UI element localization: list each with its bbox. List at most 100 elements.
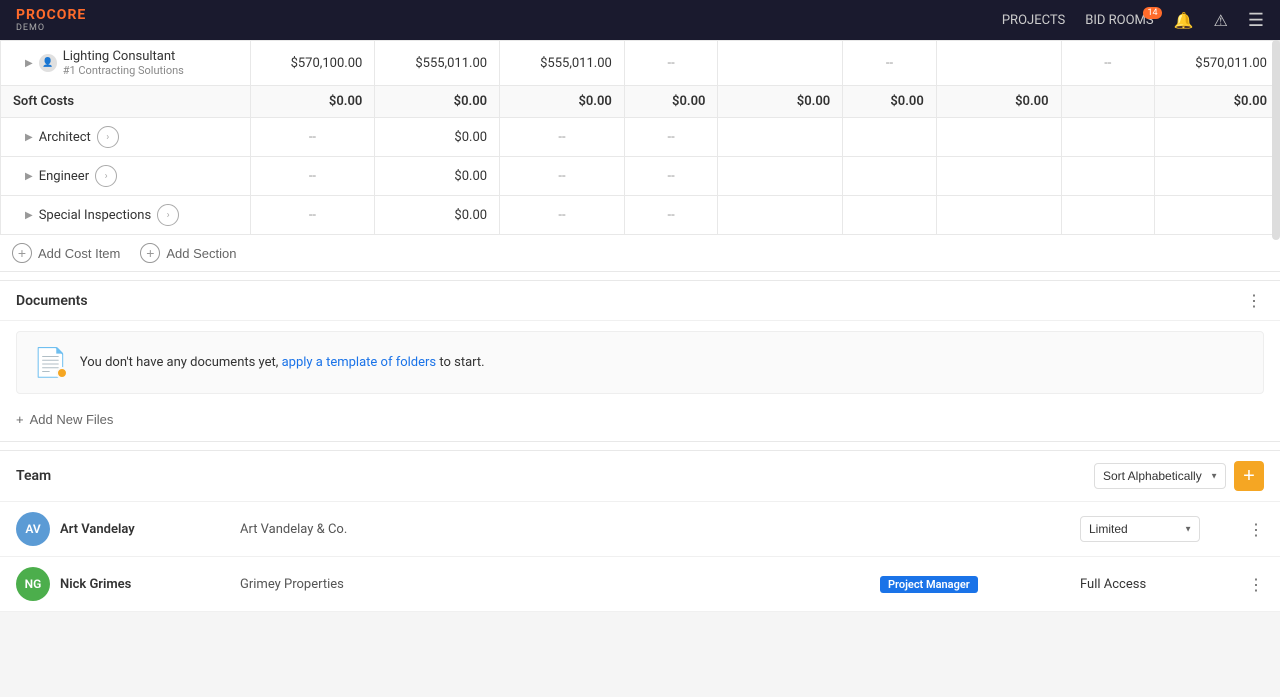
add-cost-item-button[interactable]: + Add Cost Item <box>12 243 120 263</box>
special-inspections-label-cell: ▶ Special Inspections › <box>1 196 251 235</box>
documents-header: Documents ⋮ <box>0 281 1280 321</box>
documents-empty-state: 📄 You don't have any documents yet, appl… <box>16 331 1264 394</box>
avatar: AV <box>16 512 50 546</box>
lc-col7 <box>936 41 1061 86</box>
special-inspections-nav-icon[interactable]: › <box>157 204 179 226</box>
menu-icon[interactable]: ☰ <box>1248 10 1264 31</box>
member-access-dropdown: Limited Full Access <box>1080 516 1240 542</box>
member-company: Grimey Properties <box>240 577 880 592</box>
expand-icon[interactable]: ▶ <box>25 171 33 182</box>
eng-col5 <box>718 157 843 196</box>
row-label-cell: ▶ 👤 Lighting Consultant #1 Contracting S… <box>1 41 251 86</box>
access-level-select[interactable]: Limited Full Access <box>1080 516 1200 542</box>
eng-col1: -- <box>250 157 375 196</box>
nav-right: PROJECTS BID ROOMS 14 🔔 ⚠ ☰ <box>1002 10 1264 31</box>
table-row: ▶ 👤 Lighting Consultant #1 Contracting S… <box>1 41 1280 86</box>
plus-circle-icon-2: + <box>140 243 160 263</box>
lighting-consultant-sub: #1 Contracting Solutions <box>63 64 184 77</box>
arch-col3: -- <box>500 118 625 157</box>
user-icon: 👤 <box>39 54 57 72</box>
alert-icon[interactable]: ⚠ <box>1214 11 1228 30</box>
table-row: ▶ Special Inspections › -- $0.00 -- -- <box>1 196 1280 235</box>
soft-costs-label: Soft Costs <box>1 86 250 117</box>
member-access: Full Access <box>1080 577 1240 592</box>
lighting-consultant-name: Lighting Consultant <box>63 49 184 64</box>
si-col4: -- <box>624 196 718 235</box>
plus-circle-icon: + <box>12 243 32 263</box>
access-select-wrap: Limited Full Access <box>1080 516 1200 542</box>
architect-name: Architect <box>39 130 91 145</box>
projects-link[interactable]: PROJECTS <box>1002 13 1065 28</box>
sort-select[interactable]: Sort Alphabetically <box>1094 463 1226 489</box>
lc-col6: -- <box>843 41 937 86</box>
architect-nav-icon[interactable]: › <box>97 126 119 148</box>
add-new-files-button[interactable]: + Add New Files <box>16 412 113 427</box>
documents-more-button[interactable]: ⋮ <box>1246 291 1264 310</box>
si-col8 <box>1061 196 1155 235</box>
member-more-button[interactable]: ⋮ <box>1248 575 1264 594</box>
logo-text: PROCORE <box>16 7 86 23</box>
lc-col5 <box>718 41 843 86</box>
soft-costs-header: Soft Costs $0.00 $0.00 $0.00 $0.00 $0.00… <box>1 86 1280 118</box>
list-item: AV Art Vandelay Art Vandelay & Co. Limit… <box>0 502 1280 557</box>
lighting-consultant-label: Lighting Consultant #1 Contracting Solut… <box>63 49 184 77</box>
eng-col2: $0.00 <box>375 157 500 196</box>
sc-col5: $0.00 <box>718 86 843 118</box>
arch-col9 <box>1155 118 1280 157</box>
lc-col2: $555,011.00 <box>375 41 500 86</box>
top-navigation: PROCORE DEMO PROJECTS BID ROOMS 14 🔔 ⚠ ☰ <box>0 0 1280 40</box>
lc-col4: -- <box>624 41 718 86</box>
table-row: ▶ Architect › -- $0.00 -- -- <box>1 118 1280 157</box>
arch-col7 <box>936 118 1061 157</box>
lc-col3: $555,011.00 <box>500 41 625 86</box>
scrollbar[interactable] <box>1272 40 1280 240</box>
special-inspections-name: Special Inspections <box>39 208 151 223</box>
expand-icon[interactable]: ▶ <box>25 58 33 69</box>
si-col7 <box>936 196 1061 235</box>
add-buttons-row: + Add Cost Item + Add Section <box>0 235 1280 272</box>
add-team-member-button[interactable]: + <box>1234 461 1264 491</box>
si-col2: $0.00 <box>375 196 500 235</box>
add-files-plus-icon: + <box>16 412 24 427</box>
expand-icon[interactable]: ▶ <box>25 132 33 143</box>
arch-col8 <box>1061 118 1155 157</box>
apply-template-link[interactable]: apply a template of folders <box>282 355 437 370</box>
nav-left: PROCORE DEMO <box>16 7 86 33</box>
lc-col9: $570,011.00 <box>1155 41 1280 86</box>
expand-icon[interactable]: ▶ <box>25 210 33 221</box>
bell-icon[interactable]: 🔔 <box>1174 11 1194 30</box>
si-col6 <box>843 196 937 235</box>
engineer-nav-icon[interactable]: › <box>95 165 117 187</box>
member-company: Art Vandelay & Co. <box>240 522 880 537</box>
bid-rooms-nav: BID ROOMS 14 <box>1085 13 1153 28</box>
member-more-button[interactable]: ⋮ <box>1248 520 1264 539</box>
eng-col9 <box>1155 157 1280 196</box>
sc-col4: $0.00 <box>624 86 718 118</box>
eng-col3: -- <box>500 157 625 196</box>
team-header: Team Sort Alphabetically + <box>0 451 1280 502</box>
member-name: Nick Grimes <box>60 577 240 592</box>
lc-col8: -- <box>1061 41 1155 86</box>
demo-text: DEMO <box>16 23 86 33</box>
sort-select-wrap: Sort Alphabetically <box>1094 463 1226 489</box>
avatar: NG <box>16 567 50 601</box>
arch-col4: -- <box>624 118 718 157</box>
documents-section: Documents ⋮ 📄 You don't have any documen… <box>0 280 1280 442</box>
engineer-name: Engineer <box>39 169 89 184</box>
arch-col5 <box>718 118 843 157</box>
sc-col1: $0.00 <box>250 86 375 118</box>
team-section: Team Sort Alphabetically + AV Art Vandel… <box>0 450 1280 612</box>
si-col1: -- <box>250 196 375 235</box>
document-badge <box>56 367 68 379</box>
documents-title: Documents <box>16 293 88 309</box>
eng-col4: -- <box>624 157 718 196</box>
arch-col6 <box>843 118 937 157</box>
add-section-button[interactable]: + Add Section <box>140 243 236 263</box>
architect-label-cell: ▶ Architect › <box>1 118 251 157</box>
list-item: NG Nick Grimes Grimey Properties Project… <box>0 557 1280 612</box>
eng-col7 <box>936 157 1061 196</box>
add-section-label: Add Section <box>166 246 236 261</box>
member-role-wrap: Project Manager <box>880 576 1080 593</box>
notification-badge: 14 <box>1143 7 1161 19</box>
sc-col3: $0.00 <box>500 86 625 118</box>
